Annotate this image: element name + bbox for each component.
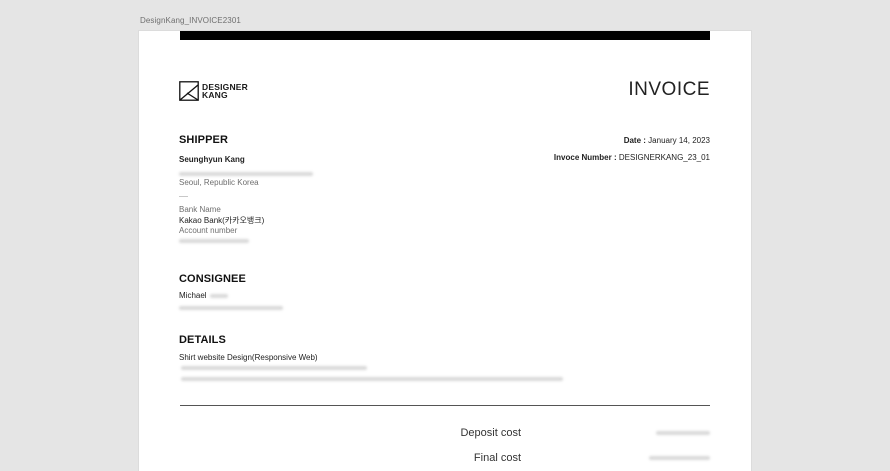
invoice-title: INVOICE [628, 79, 710, 100]
consignee-heading: CONSIGNEE [179, 273, 246, 285]
logo-line-2: KANG [202, 90, 228, 100]
summary-divider [180, 405, 710, 406]
invoice-number-label: Invoce Number : [553, 153, 617, 162]
details-item: Shirt website Design(Responsive Web) [179, 353, 318, 362]
shipper-heading: SHIPPER [179, 134, 228, 146]
logo: DESIGNER KANG [179, 81, 248, 101]
details-line-1-redacted [181, 366, 367, 370]
consignee-name: Michael [179, 291, 207, 300]
details-heading: DETAILS [179, 334, 226, 346]
final-cost-value-redacted [649, 456, 710, 460]
shipper-name: Seunghyun Kang [179, 155, 245, 164]
final-cost-label: Final cost [473, 452, 521, 464]
details-line-2-redacted [181, 377, 563, 381]
date-row: Date : January 14, 2023 [624, 136, 710, 145]
deposit-cost-label: Deposit cost [460, 427, 521, 439]
logo-text: DESIGNER KANG [202, 82, 248, 100]
deposit-cost-value-redacted [656, 431, 710, 435]
account-number-label: Account number [179, 226, 238, 235]
invoice-number-row: Invoce Number : DESIGNERKANG_23_01 [554, 153, 710, 162]
account-number-redacted [179, 239, 249, 243]
separator-dash [179, 196, 188, 197]
shipper-address-redacted [179, 172, 313, 176]
invoice-page: DESIGNER KANG INVOICE SHIPPER Seunghyun … [139, 31, 751, 471]
designer-kang-logo-icon [179, 81, 199, 101]
bank-name-label: Bank Name [179, 205, 221, 214]
date-value: January 14, 2023 [648, 136, 710, 145]
date-label: Date : [623, 136, 646, 145]
frame-label[interactable]: DesignKang_INVOICE2301 [140, 16, 241, 25]
bank-name-value: Kakao Bank(카카오뱅크) [179, 216, 265, 225]
top-bar [180, 31, 710, 40]
shipper-city: Seoul, Republic Korea [179, 178, 259, 187]
consignee-email-redacted [179, 306, 283, 310]
consignee-surname-redacted [210, 294, 228, 298]
invoice-number-value: DESIGNERKANG_23_01 [618, 153, 710, 162]
